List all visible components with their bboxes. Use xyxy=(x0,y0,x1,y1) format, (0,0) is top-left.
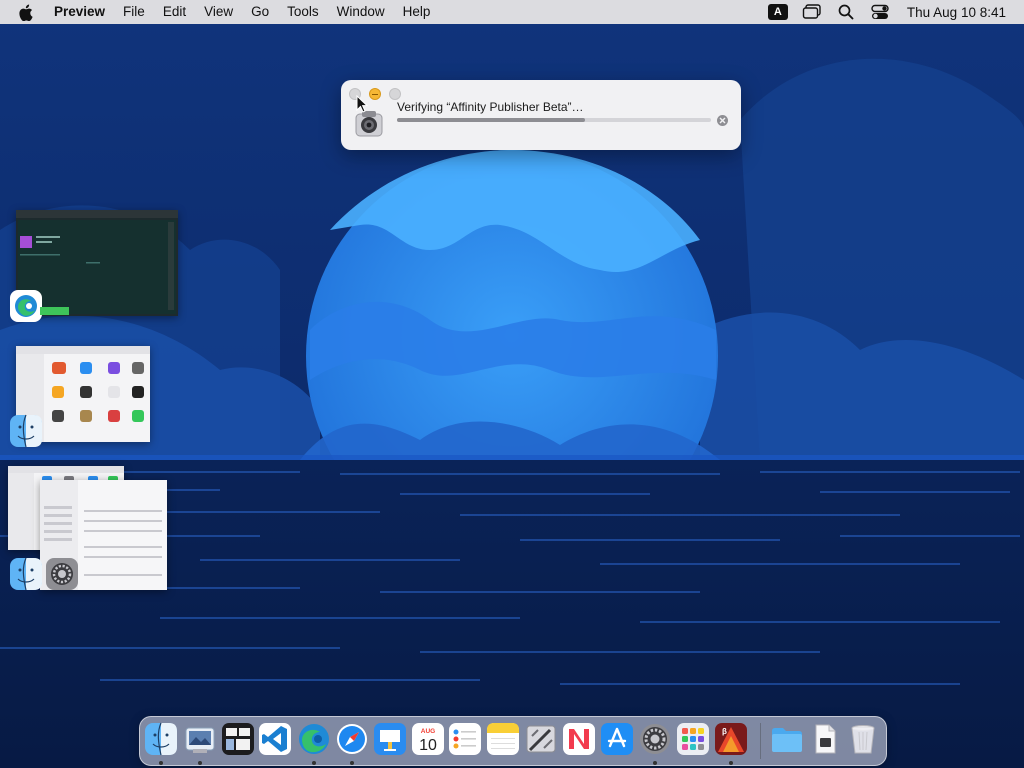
verify-progress-fill xyxy=(397,118,586,122)
document-icon xyxy=(815,724,836,754)
menu-go[interactable]: Go xyxy=(242,0,278,24)
menu-file[interactable]: File xyxy=(114,0,154,24)
trash-icon xyxy=(851,725,875,754)
dock-finder[interactable] xyxy=(144,722,178,765)
calendar-month: AUG xyxy=(421,728,435,735)
settings-icon xyxy=(45,557,79,591)
dock-edge[interactable] xyxy=(297,722,331,765)
vscode-icon xyxy=(259,723,291,755)
launchpad-icon xyxy=(677,723,709,755)
running-indicator xyxy=(198,761,202,765)
window-zoom-button[interactable] xyxy=(389,88,401,100)
menu-bar: Preview File Edit View Go Tools Window H… xyxy=(0,0,1024,24)
safari-icon xyxy=(337,724,367,754)
running-indicator xyxy=(350,761,354,765)
cancel-verify-button[interactable] xyxy=(717,115,728,126)
keyboard-input-icon[interactable]: A xyxy=(761,0,795,24)
dock-app-store[interactable] xyxy=(600,722,634,758)
dock-calendar[interactable]: AUG 10 xyxy=(411,722,445,758)
keynote-icon xyxy=(374,723,406,755)
affinity-publisher-icon: β xyxy=(715,723,747,755)
menu-window[interactable]: Window xyxy=(328,0,394,24)
running-indicator xyxy=(159,761,163,765)
script-editor-icon xyxy=(526,725,556,753)
running-indicator xyxy=(312,761,316,765)
menu-edit[interactable]: Edit xyxy=(154,0,195,24)
reminders-icon xyxy=(449,723,481,755)
dock-launchpad[interactable] xyxy=(676,722,710,758)
verifying-dialog: Verifying “Affinity Publisher Beta”… xyxy=(341,80,741,150)
close-icon xyxy=(719,117,726,124)
dock-recent-document[interactable] xyxy=(808,722,842,758)
dock-reminders[interactable] xyxy=(448,722,482,758)
preview-icon xyxy=(185,727,215,753)
dock-safari[interactable] xyxy=(335,722,369,765)
menu-view[interactable]: View xyxy=(195,0,242,24)
dock-system-settings[interactable] xyxy=(638,722,672,765)
apple-menu-icon[interactable] xyxy=(18,4,34,21)
dock-notes[interactable] xyxy=(486,722,520,758)
window-minimize-button[interactable] xyxy=(369,88,381,100)
svg-text:β: β xyxy=(722,727,727,736)
menu-help[interactable]: Help xyxy=(394,0,440,24)
calendar-icon: AUG 10 xyxy=(412,723,444,755)
app-menu-preview[interactable]: Preview xyxy=(46,0,114,24)
dock-affinity-publisher[interactable]: β xyxy=(714,722,748,765)
screen-mirroring-icon[interactable] xyxy=(795,0,829,24)
edge-icon xyxy=(9,289,43,323)
finder-icon xyxy=(9,414,43,448)
dock-mission-control[interactable] xyxy=(221,722,255,758)
dock-script-editor[interactable] xyxy=(524,722,558,758)
mouse-pointer-icon xyxy=(356,94,369,118)
keyboard-input-label: A xyxy=(767,4,788,20)
settings-icon xyxy=(640,724,670,754)
dock-downloads-folder[interactable] xyxy=(770,722,804,758)
folder-icon xyxy=(772,728,802,752)
dock-news[interactable] xyxy=(562,722,596,758)
edge-badge-highlight xyxy=(40,307,69,315)
calendar-day: 10 xyxy=(419,737,437,754)
dock: AUG 10 β xyxy=(139,716,887,766)
running-indicator xyxy=(729,761,733,765)
finder-icon-2 xyxy=(9,557,43,591)
dock-trash[interactable] xyxy=(846,722,880,758)
spotlight-search-icon[interactable] xyxy=(829,0,863,24)
verifying-message: Verifying “Affinity Publisher Beta”… xyxy=(397,100,584,114)
notes-icon xyxy=(487,723,519,755)
mission-control-icon xyxy=(222,723,254,755)
control-center-icon[interactable] xyxy=(863,0,897,24)
running-indicator xyxy=(653,761,657,765)
finder-icon xyxy=(145,722,177,756)
edge-icon xyxy=(299,724,329,754)
dock-separator xyxy=(760,723,761,759)
dock-vscode[interactable] xyxy=(258,722,292,758)
dock-preview[interactable] xyxy=(183,722,217,765)
news-icon xyxy=(563,723,595,755)
verify-progress-bar xyxy=(397,118,711,122)
app-store-icon xyxy=(601,723,633,755)
menu-tools[interactable]: Tools xyxy=(278,0,328,24)
menubar-clock[interactable]: Thu Aug 10 8:41 xyxy=(897,5,1024,20)
dock-keynote[interactable] xyxy=(373,722,407,758)
